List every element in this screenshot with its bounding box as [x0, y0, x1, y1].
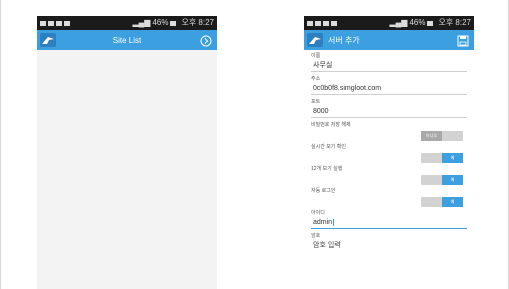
id-field: 아이디 admin [311, 210, 467, 229]
page-title: Site List [112, 35, 142, 45]
battery-text: 46% [152, 18, 169, 27]
name-field: 이름 사무실 [311, 53, 467, 72]
address-field: 주소 0c0b0f8.simgloot.com [311, 76, 467, 95]
toggle-label: 실시간 보기 확인 [311, 144, 346, 150]
address-input[interactable]: 0c0b0f8.simgloot.com [311, 83, 467, 95]
battery-icon [170, 20, 177, 26]
app-logo-icon[interactable] [306, 32, 324, 48]
notification-icon [40, 20, 46, 26]
signal-icon: ▂▄▆ [389, 18, 408, 27]
toggle-state: 아니오 [421, 131, 442, 141]
password-label: 암호 [311, 233, 321, 239]
notification-icon [307, 20, 313, 26]
notification-icon [315, 20, 321, 26]
auto-login-toggle[interactable]: 예 [421, 197, 463, 207]
port-field: 포트 8000 [311, 99, 467, 118]
password-field: 암호 암호 입력 [311, 233, 467, 251]
text-cursor [333, 218, 335, 226]
live-view-row: 실시간 보기 확인 예 [311, 144, 467, 163]
save-password-toggle[interactable]: 아니오 [421, 131, 463, 141]
notification-icon [64, 20, 70, 26]
toggle-state: 예 [442, 175, 463, 185]
id-input[interactable]: admin [311, 217, 467, 229]
password-input[interactable]: 암호 입력 [311, 240, 467, 251]
toggle-label: 비밀번호 저장 해제 [311, 122, 351, 128]
address-label: 주소 [311, 76, 321, 82]
clock: 오후 8:27 [181, 18, 214, 27]
battery-icon [427, 20, 434, 26]
name-label: 이름 [311, 53, 321, 59]
save-password-row: 비밀번호 저장 해제 아니오 [311, 122, 467, 141]
name-input[interactable]: 사무실 [311, 60, 467, 72]
notification-icons [307, 20, 337, 26]
notification-icon [331, 20, 337, 26]
app-bar: Site List [37, 30, 217, 50]
notification-icon [323, 20, 329, 26]
phone-screen-site-list: ▂▄▆ 46% 오후 8:27 Site List [37, 16, 217, 289]
twelve-view-row: 12개 보기 실행 예 [311, 166, 467, 185]
clock: 오후 8:27 [438, 18, 471, 27]
info-icon[interactable] [200, 34, 212, 47]
status-bar: ▂▄▆ 46% 오후 8:27 [304, 16, 474, 30]
auto-login-row: 자동 로그인 예 [311, 188, 467, 207]
id-label: 아이디 [311, 210, 325, 216]
signal-icon: ▂▄▆ [132, 18, 151, 27]
notification-icon [48, 20, 54, 26]
battery-text: 46% [409, 18, 426, 27]
system-icons: ▂▄▆ 46% 오후 8:27 [389, 16, 471, 30]
toggle-state: 예 [442, 153, 463, 163]
app-bar: 서버 추가 [304, 30, 474, 50]
live-view-toggle[interactable]: 예 [421, 153, 463, 163]
phone-screen-add-server: ▂▄▆ 46% 오후 8:27 서버 추가 이름 사무실 주소 0c0b0f8.… [304, 16, 474, 289]
app-logo-icon[interactable] [39, 32, 57, 48]
save-icon[interactable] [457, 34, 469, 47]
twelve-view-toggle[interactable]: 예 [421, 175, 463, 185]
toggle-label: 자동 로그인 [311, 188, 336, 194]
toggle-state: 예 [442, 197, 463, 207]
notification-icons [40, 20, 70, 26]
system-icons: ▂▄▆ 46% 오후 8:27 [132, 16, 214, 30]
port-input[interactable]: 8000 [311, 106, 467, 118]
add-server-form: 이름 사무실 주소 0c0b0f8.simgloot.com 포트 8000 비… [304, 50, 474, 251]
page-title: 서버 추가 [328, 35, 360, 45]
toggle-label: 12개 보기 실행 [311, 166, 343, 172]
id-input-value: admin [313, 219, 333, 226]
port-label: 포트 [311, 99, 321, 105]
notification-icon [56, 20, 62, 26]
status-bar: ▂▄▆ 46% 오후 8:27 [37, 16, 217, 30]
